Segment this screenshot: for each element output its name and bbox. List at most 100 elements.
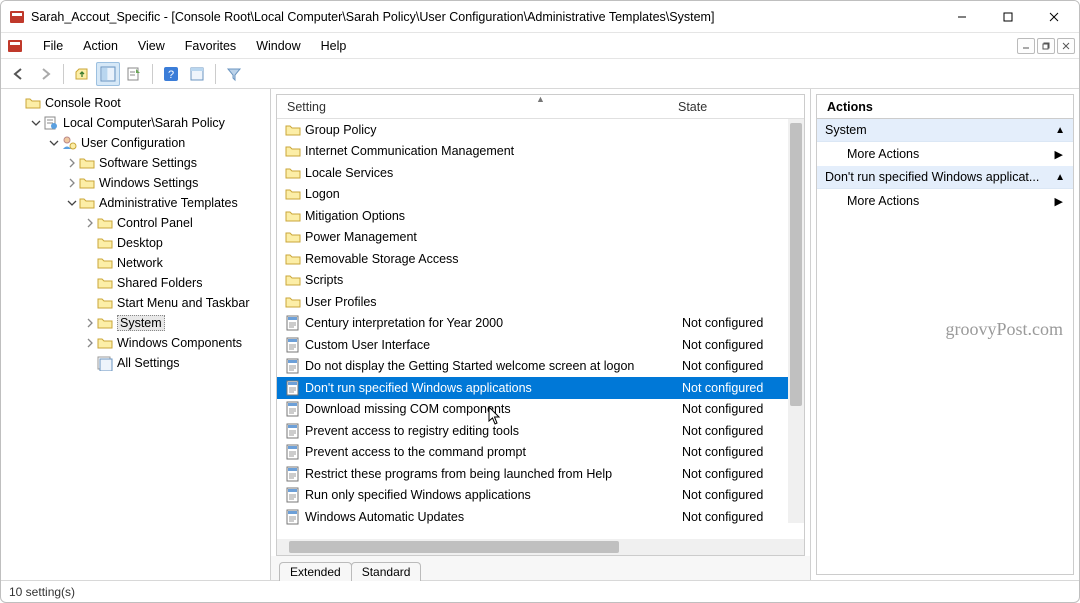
action-group-label: Don't run specified Windows applicat... (825, 170, 1039, 184)
tree-item[interactable]: User Configuration (1, 133, 270, 153)
sort-indicator-icon: ▲ (536, 94, 545, 104)
action-item[interactable]: More Actions▶ (817, 142, 1073, 166)
list-row[interactable]: Scripts (277, 270, 804, 292)
minimize-button[interactable] (939, 2, 985, 32)
expand-icon[interactable] (83, 256, 97, 270)
list-row[interactable]: Restrict these programs from being launc… (277, 463, 804, 485)
setting-state: Not configured (682, 381, 804, 395)
tree-item[interactable]: Windows Components (1, 333, 270, 353)
toolbar: ? (1, 59, 1079, 89)
tree-item[interactable]: Local Computer\Sarah Policy (1, 113, 270, 133)
export-list-button[interactable] (122, 62, 146, 86)
menu-action[interactable]: Action (73, 36, 128, 56)
list-row[interactable]: Removable Storage Access (277, 248, 804, 270)
tree-item[interactable]: System (1, 313, 270, 333)
column-setting[interactable]: Setting (277, 100, 674, 114)
expand-icon[interactable] (47, 136, 61, 150)
list-row[interactable]: Locale Services (277, 162, 804, 184)
show-hide-tree-button[interactable] (96, 62, 120, 86)
mdi-restore-button[interactable] (1037, 38, 1055, 54)
tab-extended[interactable]: Extended (279, 562, 352, 581)
list-row[interactable]: User Profiles (277, 291, 804, 313)
action-group-header[interactable]: Don't run specified Windows applicat... ▲ (817, 166, 1073, 189)
list-row[interactable]: Century interpretation for Year 2000Not … (277, 313, 804, 335)
expand-icon[interactable] (83, 236, 97, 250)
collapse-icon[interactable]: ▲ (1055, 125, 1065, 136)
expand-icon[interactable] (83, 296, 97, 310)
action-group-header[interactable]: System▲ (817, 119, 1073, 142)
expand-icon[interactable] (29, 116, 43, 130)
tree-item[interactable]: Console Root (1, 93, 270, 113)
horizontal-scrollbar[interactable] (277, 539, 804, 555)
mdi-close-button[interactable] (1057, 38, 1075, 54)
expand-icon[interactable] (65, 156, 79, 170)
menu-help[interactable]: Help (311, 36, 357, 56)
list-row[interactable]: Internet Communication Management (277, 141, 804, 163)
collapse-icon[interactable]: ▲ (1055, 172, 1065, 183)
setting-name: Download missing COM components (305, 402, 682, 416)
tree-item[interactable]: Control Panel (1, 213, 270, 233)
menu-favorites[interactable]: Favorites (175, 36, 246, 56)
tree-item[interactable]: Desktop (1, 233, 270, 253)
vertical-scrollbar[interactable] (788, 119, 804, 523)
expand-icon[interactable] (83, 216, 97, 230)
policy-icon (43, 115, 59, 131)
list-row[interactable]: Windows Automatic UpdatesNot configured (277, 506, 804, 528)
setting-name: Mitigation Options (305, 209, 682, 223)
properties-button[interactable] (185, 62, 209, 86)
folder-icon (285, 294, 301, 310)
up-level-button[interactable] (70, 62, 94, 86)
list-row[interactable]: Custom User InterfaceNot configured (277, 334, 804, 356)
tree-item[interactable]: Windows Settings (1, 173, 270, 193)
list-row[interactable]: Logon (277, 184, 804, 206)
back-button[interactable] (7, 62, 31, 86)
expand-icon[interactable] (11, 96, 25, 110)
expand-icon[interactable] (65, 176, 79, 190)
menu-file[interactable]: File (33, 36, 73, 56)
list-row[interactable]: Don't run specified Windows applications… (277, 377, 804, 399)
expand-icon[interactable] (83, 336, 97, 350)
list-row[interactable]: Prevent access to registry editing tools… (277, 420, 804, 442)
setting-state: Not configured (682, 402, 804, 416)
action-item[interactable]: More Actions▶ (817, 189, 1073, 213)
maximize-button[interactable] (985, 2, 1031, 32)
tree-pane[interactable]: Console RootLocal Computer\Sarah PolicyU… (1, 89, 271, 580)
forward-button[interactable] (33, 62, 57, 86)
window-title: Sarah_Accout_Specific - [Console Root\Lo… (31, 10, 939, 24)
tab-standard[interactable]: Standard (351, 562, 422, 581)
help-button[interactable]: ? (159, 62, 183, 86)
list-row[interactable]: Download missing COM componentsNot confi… (277, 399, 804, 421)
setting-name: Run only specified Windows applications (305, 488, 682, 502)
tree-item[interactable]: Network (1, 253, 270, 273)
expand-icon[interactable] (83, 276, 97, 290)
list-row[interactable]: Power Management (277, 227, 804, 249)
tree-item[interactable]: Shared Folders (1, 273, 270, 293)
setting-name: Power Management (305, 230, 682, 244)
expand-icon[interactable] (83, 316, 97, 330)
column-state[interactable]: State (674, 100, 804, 114)
expand-icon[interactable] (65, 196, 79, 210)
list-row[interactable]: Run only specified Windows applicationsN… (277, 485, 804, 507)
close-button[interactable] (1031, 2, 1077, 32)
setting-icon (285, 444, 301, 460)
status-text: 10 setting(s) (9, 585, 75, 599)
menu-window[interactable]: Window (246, 36, 310, 56)
list-row[interactable]: Do not display the Getting Started welco… (277, 356, 804, 378)
list-row[interactable]: Prevent access to the command promptNot … (277, 442, 804, 464)
menu-view[interactable]: View (128, 36, 175, 56)
mdi-minimize-button[interactable] (1017, 38, 1035, 54)
filter-button[interactable] (222, 62, 246, 86)
tree-item[interactable]: Software Settings (1, 153, 270, 173)
console-icon (25, 95, 41, 111)
setting-icon (285, 509, 301, 525)
setting-state: Not configured (682, 488, 804, 502)
list-row[interactable]: Group Policy (277, 119, 804, 141)
expand-icon[interactable] (83, 356, 97, 370)
tree-item-label: Software Settings (99, 156, 197, 170)
tree-item[interactable]: Start Menu and Taskbar (1, 293, 270, 313)
tree-item[interactable]: All Settings (1, 353, 270, 373)
list-row[interactable]: Mitigation Options (277, 205, 804, 227)
tree-item[interactable]: Administrative Templates (1, 193, 270, 213)
setting-name: Prevent access to the command prompt (305, 445, 682, 459)
list-header[interactable]: ▲ Setting State (277, 95, 804, 119)
